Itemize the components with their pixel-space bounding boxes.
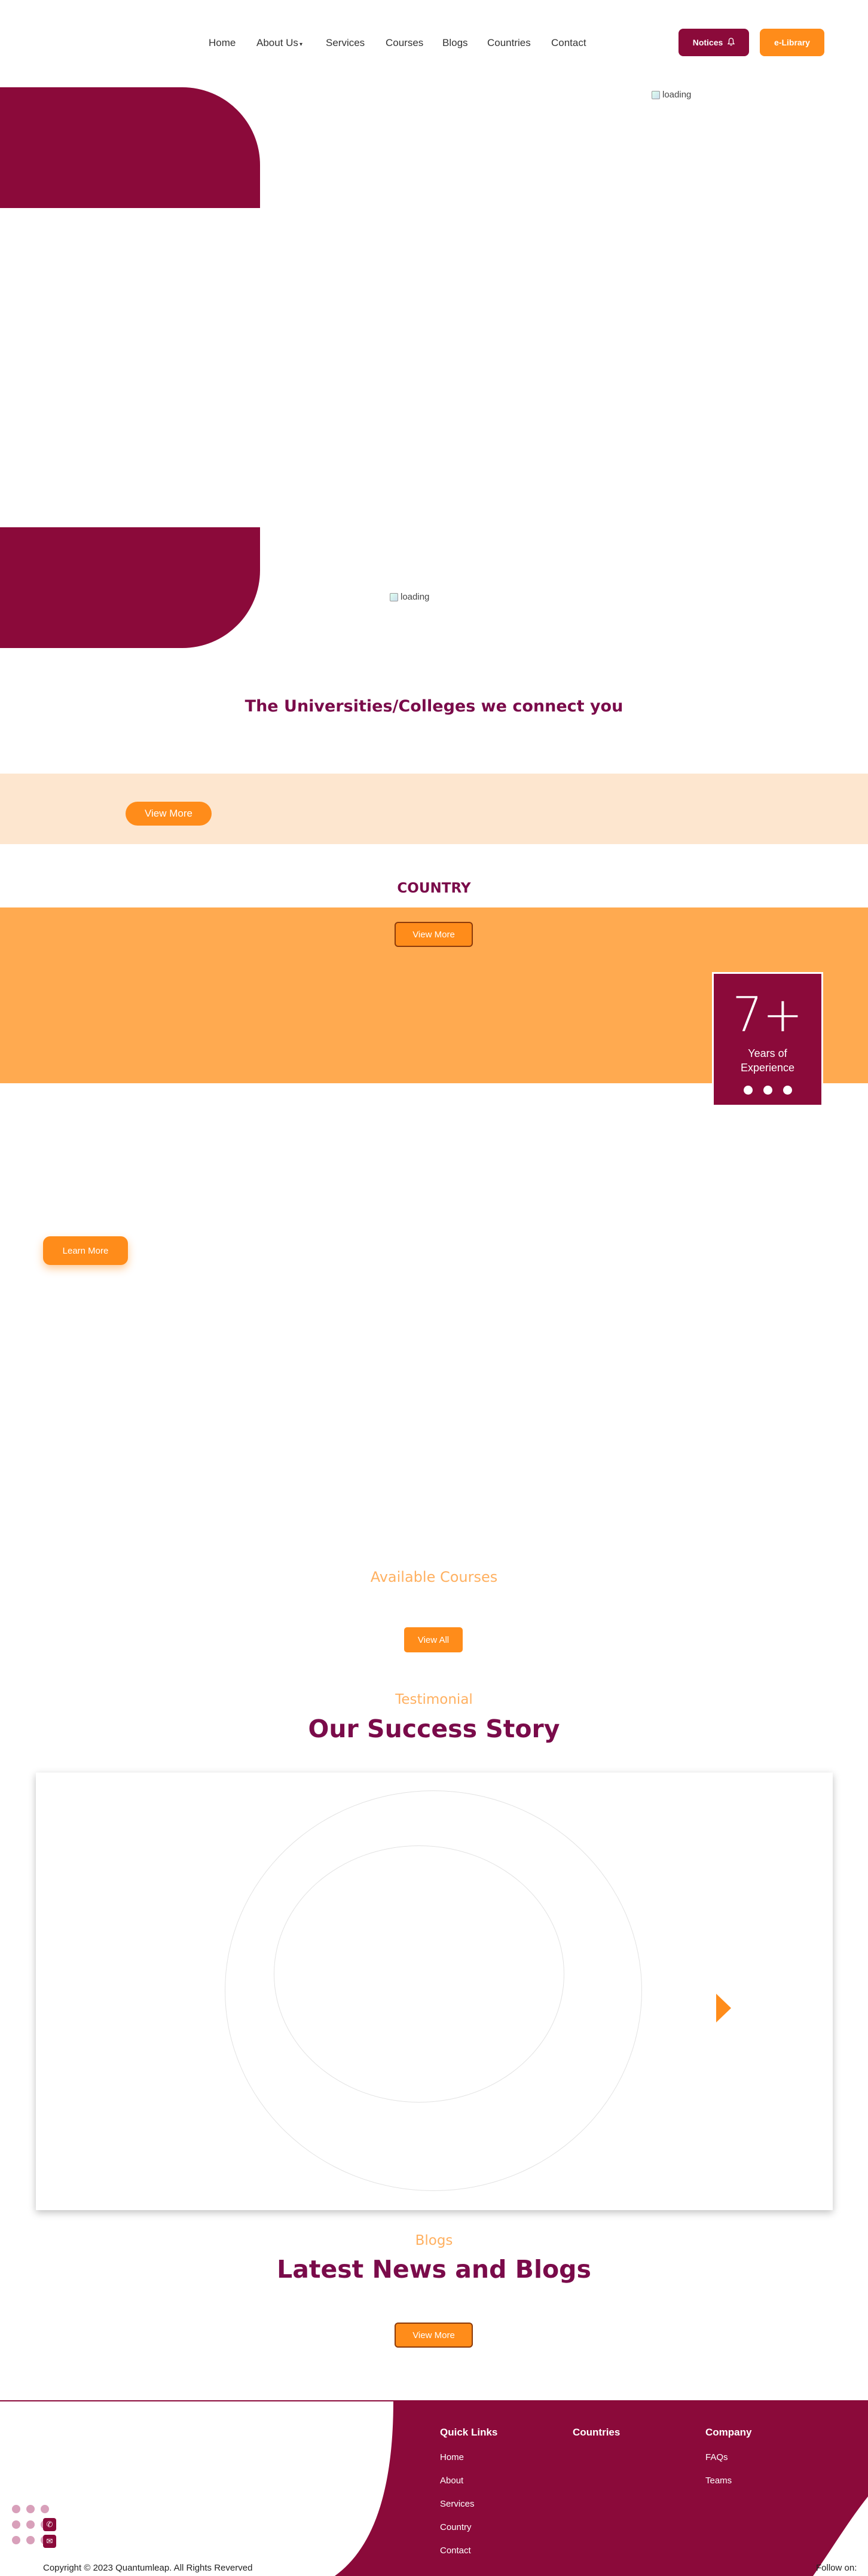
- hero-image-secondary: loading: [390, 592, 429, 602]
- nav-blogs-link[interactable]: Blogs: [442, 37, 468, 49]
- experience-label-line2: Experience: [740, 1062, 795, 1074]
- learn-more-button[interactable]: Learn More: [43, 1236, 128, 1265]
- experience-dots: [714, 1086, 821, 1095]
- follow-on-text: Follow on:: [816, 2563, 857, 2573]
- hero-shape-bottom: [0, 527, 260, 648]
- footer-link-country[interactable]: Country: [440, 2522, 472, 2532]
- caret-down-icon: ▾: [299, 41, 302, 48]
- envelope-icon[interactable]: ✉: [43, 2535, 56, 2548]
- footer-link-contact[interactable]: Contact: [440, 2546, 471, 2556]
- universities-view-more-button[interactable]: View More: [126, 802, 212, 826]
- footer-link-about[interactable]: About: [440, 2476, 463, 2486]
- experience-card: 7+ Years of Experience: [712, 972, 823, 1107]
- courses-view-all-button[interactable]: View All: [404, 1627, 463, 1652]
- nav-services-link[interactable]: Services: [326, 37, 365, 49]
- experience-label-line1: Years of: [748, 1047, 787, 1059]
- notices-label: Notices: [692, 38, 723, 47]
- broken-image-icon: [390, 592, 398, 601]
- carousel-inner-ring: [274, 1845, 564, 2103]
- nav-courses-link[interactable]: Courses: [386, 37, 423, 49]
- hero-image-alt-secondary: loading: [401, 592, 430, 602]
- footer-countries-heading: Countries: [573, 2427, 621, 2438]
- footer-company-heading: Company: [705, 2427, 752, 2438]
- blogs-title: Latest News and Blogs: [277, 2255, 591, 2284]
- dot[interactable]: [763, 1086, 772, 1095]
- footer-link-services[interactable]: Services: [440, 2499, 475, 2509]
- footer-link-teams[interactable]: Teams: [705, 2476, 732, 2486]
- nav-contact-link[interactable]: Contact: [551, 37, 586, 49]
- broken-image-icon: [652, 90, 660, 99]
- blogs-subtitle: Blogs: [415, 2233, 453, 2248]
- testimonial-carousel: [36, 1773, 833, 2210]
- arrow-right-icon[interactable]: [716, 1994, 731, 2022]
- nav-about-label: About Us: [256, 37, 298, 48]
- elibrary-button[interactable]: e-Library: [760, 29, 824, 56]
- dot[interactable]: [743, 1086, 753, 1095]
- bell-icon: [727, 37, 735, 48]
- testimonial-subtitle: Testimonial: [395, 1692, 473, 1707]
- dot[interactable]: [783, 1086, 792, 1095]
- country-title: COUNTRY: [397, 881, 471, 896]
- experience-number: 7+: [732, 987, 803, 1043]
- nav-about-link[interactable]: About Us ▾: [256, 37, 302, 49]
- copyright-text: Copyright © 2023 Quantumleap. All Rights…: [43, 2563, 253, 2573]
- footer-link-faqs[interactable]: FAQs: [705, 2452, 728, 2462]
- hero-shape-top: [0, 87, 260, 208]
- phone-icon[interactable]: ✆: [43, 2518, 56, 2531]
- hero-image: loading: [652, 90, 691, 100]
- footer-link-home[interactable]: Home: [440, 2452, 464, 2462]
- universities-title: The Universities/Colleges we connect you: [244, 697, 624, 716]
- notices-button[interactable]: Notices: [678, 29, 749, 56]
- nav-countries-link[interactable]: Countries: [487, 37, 531, 49]
- testimonial-title: Our Success Story: [308, 1715, 560, 1743]
- nav-home-link[interactable]: Home: [209, 37, 236, 49]
- courses-subtitle: Available Courses: [370, 1569, 498, 1585]
- blogs-view-more-button[interactable]: View More: [395, 2323, 473, 2348]
- footer-quick-links-heading: Quick Links: [440, 2427, 498, 2438]
- hero-image-alt: loading: [662, 90, 692, 100]
- country-view-more-button[interactable]: View More: [395, 922, 473, 947]
